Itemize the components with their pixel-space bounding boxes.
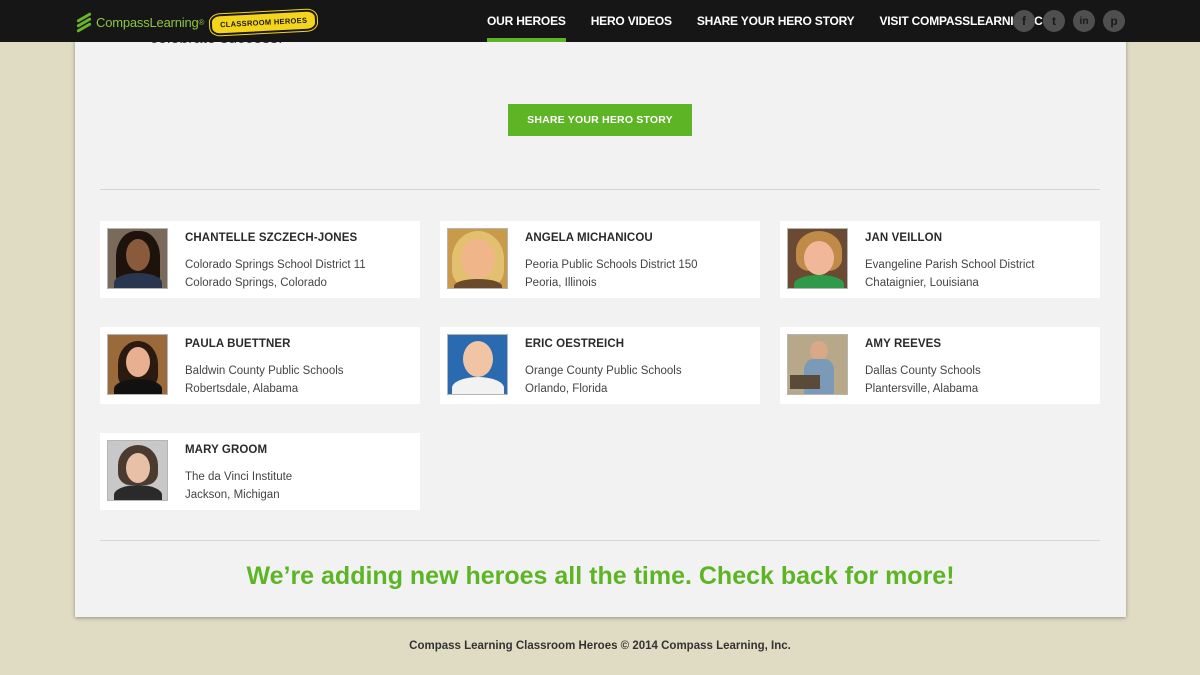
hero-card[interactable]: JAN VEILLON Evangeline Parish School Dis… [780,221,1100,298]
hero-location: Jackson, Michigan [185,489,280,501]
hero-card[interactable]: AMY REEVES Dallas County Schools Planter… [780,327,1100,404]
hero-name: MARY GROOM [185,444,268,456]
hero-location: Plantersville, Alabama [865,383,979,395]
linkedin-icon[interactable]: in [1073,10,1095,32]
hero-location: Orlando, Florida [525,383,608,395]
hero-name: CHANTELLE SZCZECH-JONES [185,232,358,244]
compasslearning-logo[interactable]: CompassLearning ® CLASSROOM HEROES [76,8,319,36]
hero-photo [107,228,168,289]
hero-card[interactable]: ANGELA MICHANICOU Peoria Public Schools … [440,221,760,298]
hero-name: JAN VEILLON [865,232,943,244]
hero-location: Chataignier, Louisiana [865,277,979,289]
hero-card[interactable]: ERIC OESTREICH Orange County Public Scho… [440,327,760,404]
hero-photo [447,334,508,395]
hero-name: PAULA BUETTNER [185,338,291,350]
hero-card[interactable]: CHANTELLE SZCZECH-JONES Colorado Springs… [100,221,420,298]
tagline: We’re adding new heroes all the time. Ch… [246,562,955,590]
main-nav: OUR HEROES HERO VIDEOS SHARE YOUR HERO S… [487,0,1087,42]
hero-name: ERIC OESTREICH [525,338,625,350]
hero-school: Evangeline Parish School District [865,259,1035,271]
hero-school: Colorado Springs School District 11 [185,259,366,271]
twitter-icon[interactable]: t [1043,10,1065,32]
hero-school: Dallas County Schools [865,365,981,377]
pinterest-icon[interactable]: p [1103,10,1125,32]
classroom-heroes-badge: CLASSROOM HEROES [209,8,319,36]
hero-photo [787,228,848,289]
registered-mark: ® [198,17,205,27]
nav-hero-videos[interactable]: HERO VIDEOS [591,0,672,42]
divider [100,540,1100,541]
hero-card[interactable]: MARY GROOM The da Vinci Institute Jackso… [100,433,420,510]
hero-photo [447,228,508,289]
top-nav-bar: CompassLearning ® CLASSROOM HEROES OUR H… [0,0,1200,42]
hero-photo [107,440,168,501]
main-panel: celebrate success. SHARE YOUR HERO STORY… [75,0,1126,617]
hero-school: The da Vinci Institute [185,471,293,483]
hero-name: ANGELA MICHANICOU [525,232,653,244]
nav-our-heroes[interactable]: OUR HEROES [487,0,566,42]
hero-photo [787,334,848,395]
hero-school: Peoria Public Schools District 150 [525,259,698,271]
hero-photo [107,334,168,395]
hero-name: AMY REEVES [865,338,942,350]
hero-location: Robertsdale, Alabama [185,383,299,395]
divider [100,189,1100,190]
hero-location: Peoria, Illinois [525,277,597,289]
facebook-icon[interactable]: f [1013,10,1035,32]
social-links: f t in p [1013,10,1133,32]
hero-school: Baldwin County Public Schools [185,365,344,377]
compass-logo-icon [76,12,92,33]
footer-copyright: Compass Learning Classroom Heroes © 2014… [409,640,791,652]
hero-location: Colorado Springs, Colorado [185,277,327,289]
hero-school: Orange County Public Schools [525,365,682,377]
nav-share-hero-story[interactable]: SHARE YOUR HERO STORY [697,0,855,42]
logo-text: CompassLearning [96,14,199,30]
share-hero-story-button[interactable]: SHARE YOUR HERO STORY [508,104,692,136]
hero-card[interactable]: PAULA BUETTNER Baldwin County Public Sch… [100,327,420,404]
